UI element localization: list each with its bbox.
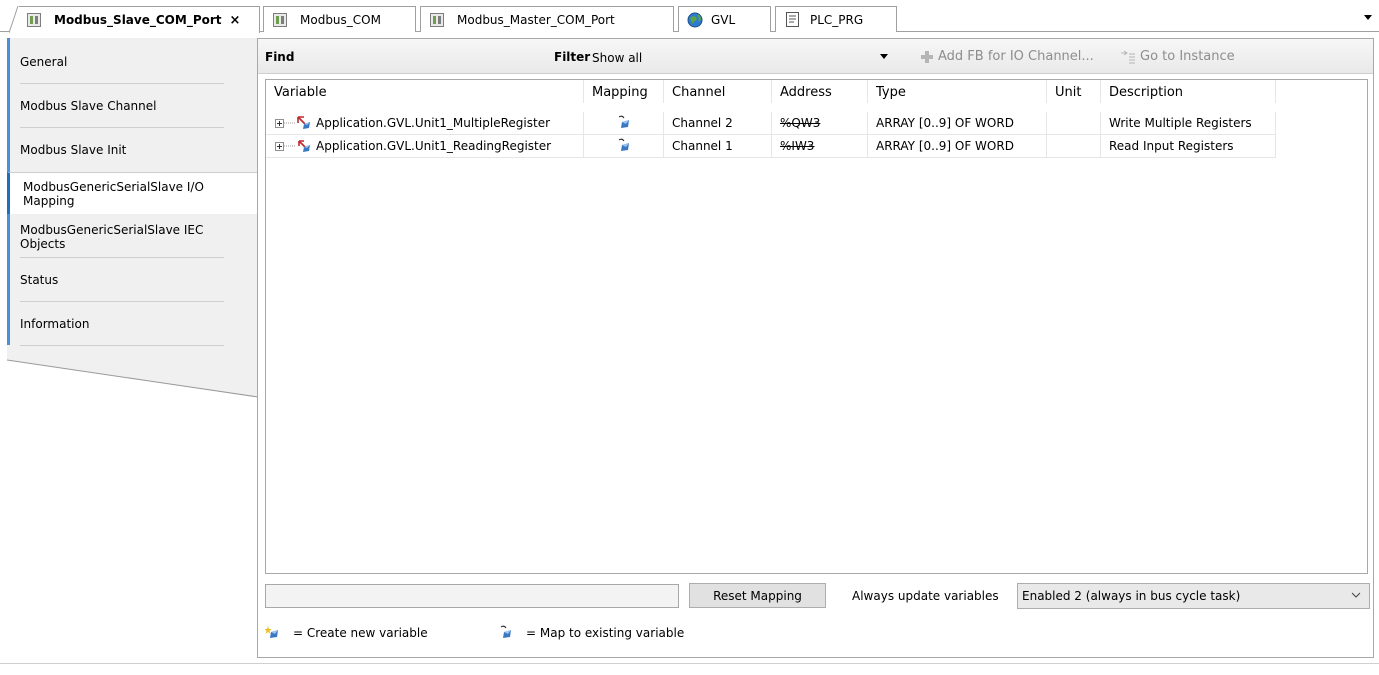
type-cell: ARRAY [0..9] OF WORD [868,135,1047,158]
document-icon [784,12,800,28]
device-icon [26,12,42,28]
table-row[interactable]: Application.GVL.Unit1_ReadingRegister Ch… [266,135,1276,158]
sidenav-item-label: Status [20,273,59,287]
sidenav-item-io-mapping[interactable]: ModbusGenericSerialSlave I/O Mapping [7,172,258,214]
sidenav-item-modbus-slave-channel[interactable]: Modbus Slave Channel [10,84,258,128]
add-fb-label: Add FB for IO Channel... [938,49,1094,64]
legend-map-existing-label: = Map to existing variable [526,626,685,640]
table-row[interactable]: Application.GVL.Unit1_MultipleRegister C… [266,112,1276,135]
variable-name: Application.GVL.Unit1_MultipleRegister [316,116,551,130]
column-header-type[interactable]: Type [868,80,1047,103]
sidenav-item-label: ModbusGenericSerialSlave I/O Mapping [23,179,204,208]
tree-connector-icon [284,145,296,147]
reset-mapping-button[interactable]: Reset Mapping [689,583,826,608]
address-cell: %IW3 [772,135,868,158]
unit-cell [1047,135,1101,158]
go-to-instance-label: Go to Instance [1140,49,1235,64]
mapping-status-field [265,584,679,608]
sidenav-item-modbus-slave-init[interactable]: Modbus Slave Init [10,128,258,172]
go-to-instance-button[interactable]: Go to Instance [1120,49,1235,64]
sidenav-item-label: Modbus Slave Channel [20,99,157,113]
add-icon [921,50,933,63]
always-update-select[interactable]: Enabled 2 (always in bus cycle task) [1017,583,1370,609]
always-update-label: Always update variables [852,589,999,603]
tab-label: PLC_PRG [810,12,864,27]
tab-slant [9,6,19,33]
column-header-address[interactable]: Address [772,80,868,103]
mapping-toolbar: Find Filter Show all Add FB for IO Chann… [258,39,1373,74]
column-header-channel[interactable]: Channel [664,80,772,103]
io-mapping-panel: Find Filter Show all Add FB for IO Chann… [257,38,1374,658]
sidenav-item-label: Information [20,317,90,331]
legend-create-new-label: = Create new variable [293,626,428,640]
sidenav-item-label: Modbus Slave Init [20,143,127,157]
sidenav-item-status[interactable]: Status [10,258,258,302]
channel-cell: Channel 1 [664,135,772,158]
tab-modbus-slave-com-port[interactable]: Modbus_Slave_COM_Port × [9,6,260,33]
create-new-variable-icon [265,626,278,638]
column-header-mapping[interactable]: Mapping [584,80,664,103]
close-icon[interactable]: × [230,13,241,28]
column-header-description[interactable]: Description [1101,80,1276,103]
tab-label: Modbus_COM [300,12,381,27]
map-existing-icon [618,138,629,151]
sidenav-item-label: ModbusGenericSerialSlave IEC Objects [20,223,204,251]
filter-label: Filter [554,50,591,64]
chevron-down-icon [880,54,888,59]
tab-label: Modbus_Master_COM_Port [457,12,615,27]
editor-tab-bar: Modbus_Slave_COM_Port × Modbus_COM Modbu… [0,0,1379,33]
find-input[interactable] [294,47,546,67]
go-to-instance-icon [1121,50,1135,63]
address-cell: %QW3 [772,112,868,135]
chevron-down-icon[interactable] [1363,12,1373,22]
variable-cell: Application.GVL.Unit1_ReadingRegister [266,135,584,158]
filter-select[interactable]: Show all [592,48,888,68]
always-update-value: Enabled 2 (always in bus cycle task) [1022,589,1241,603]
variable-name: Application.GVL.Unit1_ReadingRegister [316,139,552,153]
input-channel-icon [298,140,310,152]
sidenav-item-iec-objects[interactable]: ModbusGenericSerialSlave IEC Objects [10,216,258,258]
tree-connector-icon [284,122,296,124]
output-channel-icon [297,116,310,129]
description-cell: Read Input Registers [1101,135,1276,158]
config-sidenav: General Modbus Slave Channel Modbus Slav… [0,38,258,598]
unit-cell [1047,112,1101,135]
tab-plc-prg[interactable]: PLC_PRG [775,6,897,32]
sidenav-item-label: General [20,55,68,69]
tab-label: GVL [711,12,736,27]
add-fb-button[interactable]: Add FB for IO Channel... [920,49,1094,64]
find-label: Find [265,50,295,64]
nav-separator [20,345,224,346]
legend-map-existing: = Map to existing variable [498,625,684,641]
mapping-grid: Variable Mapping Channel Address Type Un… [265,79,1368,574]
sidenav-item-general[interactable]: General [10,40,258,84]
device-icon [272,12,288,28]
map-existing-icon [618,115,629,128]
column-header-unit[interactable]: Unit [1047,80,1101,103]
channel-cell: Channel 2 [664,112,772,135]
column-header-variable[interactable]: Variable [266,80,584,103]
sidenav-item-information[interactable]: Information [10,302,258,346]
footer-divider [0,663,1379,664]
variable-cell: Application.GVL.Unit1_MultipleRegister [266,112,584,135]
grid-header-row: Variable Mapping Channel Address Type Un… [266,80,1276,103]
globe-icon [687,12,703,28]
expand-icon[interactable] [275,141,284,151]
tab-modbus-com[interactable]: Modbus_COM [263,6,416,32]
chevron-down-icon [1351,592,1361,598]
device-icon [429,12,445,28]
tab-gvl[interactable]: GVL [678,6,771,32]
tab-modbus-master-com-port[interactable]: Modbus_Master_COM_Port [420,6,674,32]
filter-value: Show all [592,51,643,65]
legend-create-new: = Create new variable [265,625,428,641]
expand-icon[interactable] [275,118,284,128]
tab-label: Modbus_Slave_COM_Port [54,13,222,27]
mapping-cell[interactable] [584,112,664,135]
description-cell: Write Multiple Registers [1101,112,1276,135]
type-cell: ARRAY [0..9] OF WORD [868,112,1047,135]
mapping-cell[interactable] [584,135,664,158]
map-existing-icon [500,625,511,638]
